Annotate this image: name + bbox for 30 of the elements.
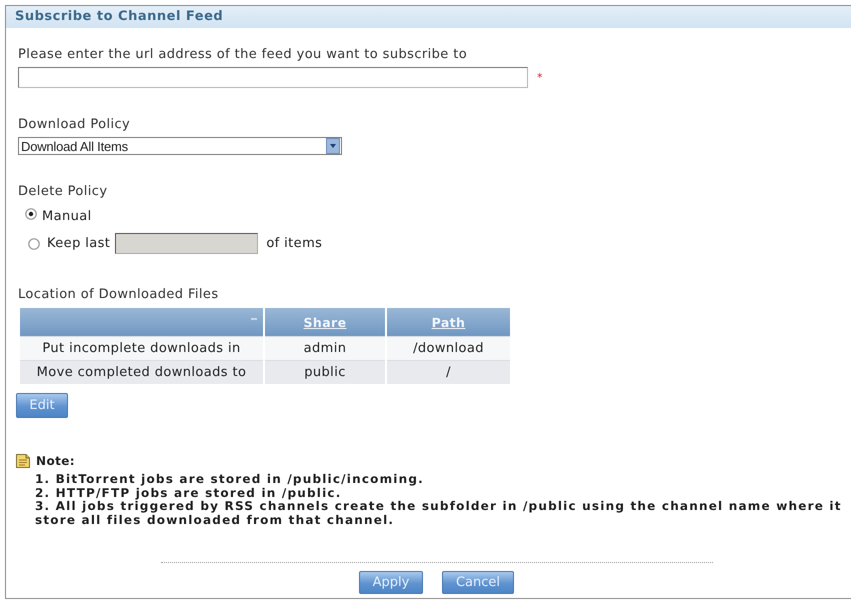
note-text: 2. HTTP/FTP jobs are stored in /public. [34,486,342,500]
column-header[interactable]: Share [264,308,386,336]
location-label: Location of Downloaded Files [18,288,220,302]
note-text: 3. All jobs triggered by RSS channels create the subfolder in /public using the channel name where it store all files downloaded from that channel. [34,500,843,527]
items-suffix-label: of items [266,236,322,251]
dropdown-caret-icon [326,138,340,154]
column-header[interactable]: Path [386,308,510,336]
url-label: Please enter the url address of the feed you want to subscribe to [18,48,468,62]
radio-label: Manual [42,210,92,224]
table-cell: / [386,360,510,384]
apply-button[interactable]: Apply [359,571,423,594]
download-policy-select[interactable]: Download All Items [18,137,342,155]
radio-button[interactable] [28,238,40,250]
radio-label: Keep last [47,236,110,250]
panel-title: Subscribe to Channel Feed [6,6,851,28]
radio-button[interactable] [25,208,37,220]
cancel-button[interactable]: Cancel [442,571,514,594]
download-policy-label: Download Policy [18,118,132,132]
table-cell: Put incomplete downloads in [20,336,264,360]
table-cell: /download [386,336,510,360]
table-cell: admin [264,336,386,360]
note-title: Note: [36,454,75,468]
required-mark: * [537,71,543,84]
edit-button[interactable]: Edit [16,393,68,418]
note-icon [15,453,31,469]
note-text: 1. BitTorrent jobs are stored in /public/incoming. [34,473,425,486]
table-cell: Move completed downloads to [20,360,264,384]
url-input-field[interactable] [18,67,528,88]
table-cell: public [264,360,386,384]
delete-policy-label: Delete Policy [18,185,108,199]
